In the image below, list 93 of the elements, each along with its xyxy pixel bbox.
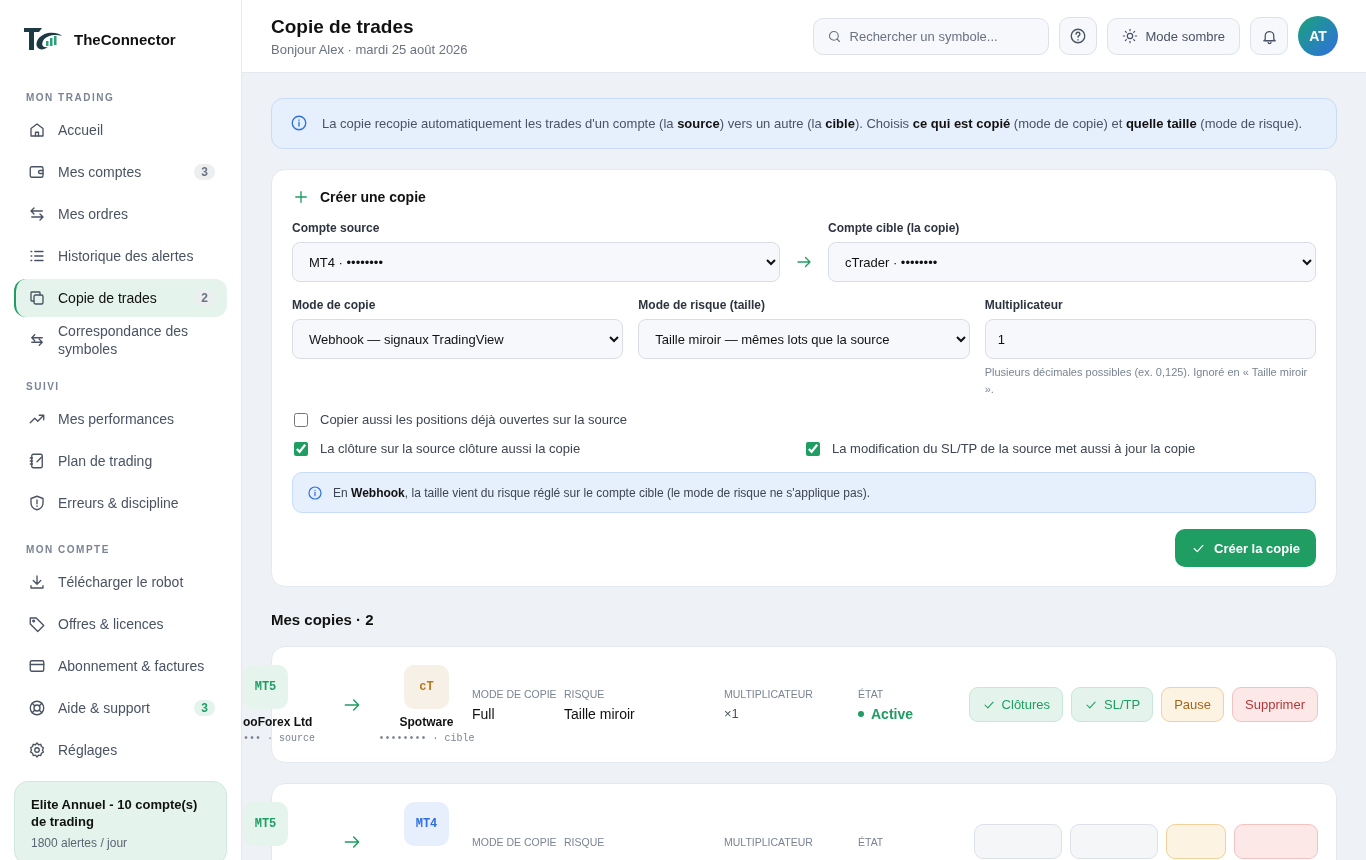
lifebuoy-icon	[28, 699, 46, 717]
nav-item[interactable]: Copie de trades 2	[14, 279, 227, 317]
note-text: En Webhook, la taille vient du risque réglé sur le compte cible (le mode de risque ne s'applique pas).	[333, 485, 870, 500]
nav-item[interactable]: Mes performances	[14, 400, 227, 438]
nav-item[interactable]: Offres & licences	[14, 605, 227, 643]
delete-button[interactable]: Supprimer	[1232, 687, 1318, 722]
nav-item[interactable]: Erreurs & discipline	[14, 484, 227, 522]
settings-icon	[28, 741, 46, 759]
field-label: RISQUE	[564, 687, 606, 700]
risk-mode-select[interactable]: Taille miroir — mêmes lots que la source	[638, 319, 970, 359]
checkbox-label: La modification du SL/TP de la source met aussi à jour la copie	[832, 441, 1196, 456]
field-label: Mode de risque (taille)	[638, 298, 766, 312]
account-name: Spotware	[399, 715, 454, 729]
brand-name: TheConnector	[74, 30, 176, 48]
checkbox-label: La clôture sur la source clôture aussi la copie	[320, 441, 581, 456]
field-label: ÉTAT	[858, 835, 885, 848]
info-icon	[307, 485, 323, 501]
card-icon	[28, 657, 46, 675]
nav-item[interactable]: Correspondance des symboles	[14, 321, 227, 359]
account-name: ooForex Ltd	[243, 715, 313, 729]
field-value: Full	[472, 705, 496, 722]
status-text: Active	[858, 705, 968, 722]
field-label: MULTIPLICATEUR	[724, 688, 814, 700]
search-field[interactable]: Rechercher un symbole...	[812, 17, 1049, 55]
platform-badge: MT4	[404, 802, 449, 846]
field-label: Compte source	[292, 221, 381, 235]
field-value: ×1	[724, 706, 740, 721]
notebook-icon	[28, 452, 46, 470]
nav-item[interactable]: Réglages	[14, 731, 227, 769]
help-icon	[1068, 27, 1087, 45]
section-title: MON TRADING	[25, 92, 116, 103]
platform-badge: MT5	[243, 665, 288, 709]
checkbox-label: Copier aussi les positions déjà ouvertes sur la source	[320, 412, 628, 427]
home-icon	[28, 121, 46, 139]
field-label: ÉTAT	[858, 687, 885, 700]
nav-item[interactable]: Plan de trading	[14, 442, 227, 480]
avatar[interactable]: AT	[1298, 16, 1338, 56]
plan-subtitle: 1800 alertes / jour	[31, 836, 129, 850]
tag-icon	[28, 615, 46, 633]
section-title: MON COMPTE	[25, 544, 111, 555]
wallet-icon	[28, 163, 46, 181]
arrows-icon	[28, 205, 46, 223]
checkbox[interactable]	[806, 441, 820, 456]
info-icon	[290, 114, 308, 132]
copy-icon	[28, 289, 46, 307]
nav-item[interactable]: Aide & support 3	[14, 689, 227, 727]
account-number: ••• · source	[243, 733, 315, 744]
count-badge: 3	[194, 700, 215, 716]
field-label: RISQUE	[564, 835, 606, 848]
toggle-button[interactable]	[1070, 824, 1158, 859]
field-label: MULTIPLICATEUR	[724, 835, 814, 848]
nav-item[interactable]: Mes comptes 3	[14, 153, 227, 191]
platform-badge: MT5	[243, 802, 288, 846]
checkbox[interactable]	[294, 441, 308, 456]
card-title: Créer une copie	[320, 189, 426, 205]
source-account-select[interactable]: MT4 · ••••••••	[292, 242, 780, 282]
field-label: MODE DE COPIE	[472, 687, 558, 700]
count-badge: 2	[194, 290, 215, 306]
platform-badge: cT	[404, 665, 449, 709]
checkbox[interactable]	[294, 412, 308, 427]
notifications-button[interactable]	[1250, 17, 1288, 55]
section-title: SUIVI	[25, 381, 61, 392]
nav-item[interactable]: Télécharger le robot	[14, 563, 227, 601]
arrows-icon	[28, 331, 46, 349]
page-subtitle: Bonjour Alex · mardi 25 août 2026	[271, 41, 468, 57]
multiplier-input[interactable]: 1	[984, 319, 1316, 359]
help-button[interactable]	[1058, 17, 1097, 55]
info-text: La copie recopie automatiquement les trades d'un compte (la source) vers un autre (la cible). Choisis ce qui est copié (mode de copie) et quelle taille (mode de risque).	[322, 115, 1303, 133]
target-account-select[interactable]: cTrader · ••••••••	[828, 242, 1316, 282]
field-label: Compte cible (la copie)	[828, 221, 961, 235]
field-label: Mode de copie	[292, 298, 377, 312]
page-title: Copie de trades	[271, 15, 415, 38]
field-value: Taille miroir	[564, 705, 636, 722]
download-icon	[28, 573, 46, 591]
nav-item[interactable]: Accueil	[14, 111, 227, 149]
sun-icon	[1121, 28, 1138, 44]
nav-item[interactable]: Mes ordres	[14, 195, 227, 233]
dark-mode-button[interactable]: Mode sombre	[1106, 17, 1240, 55]
toggle-button[interactable]	[974, 824, 1062, 859]
plan-title: Elite Annuel - 10 compte(s) de trading	[31, 796, 199, 830]
pause-button[interactable]: Pause	[1161, 687, 1225, 722]
count-badge: 3	[194, 164, 215, 180]
plus-icon	[292, 188, 310, 206]
account-number: •••••••• · cible	[378, 733, 475, 744]
nav-item[interactable]: Historique des alertes	[14, 237, 227, 275]
nav-item[interactable]: Abonnement & factures	[14, 647, 227, 685]
logo-icon	[24, 26, 62, 52]
copy-mode-select[interactable]: Webhook — signaux TradingView	[292, 319, 624, 359]
shield-icon	[28, 494, 46, 512]
field-hint: Plusieurs décimales possibles (ex. 0,125). Ignoré en « Taille miroir ».	[984, 365, 1309, 397]
field-label: Multiplicateur	[984, 298, 1064, 312]
section-heading: Mes copies · 2	[271, 611, 375, 628]
field-label: MODE DE COPIE	[472, 835, 558, 848]
